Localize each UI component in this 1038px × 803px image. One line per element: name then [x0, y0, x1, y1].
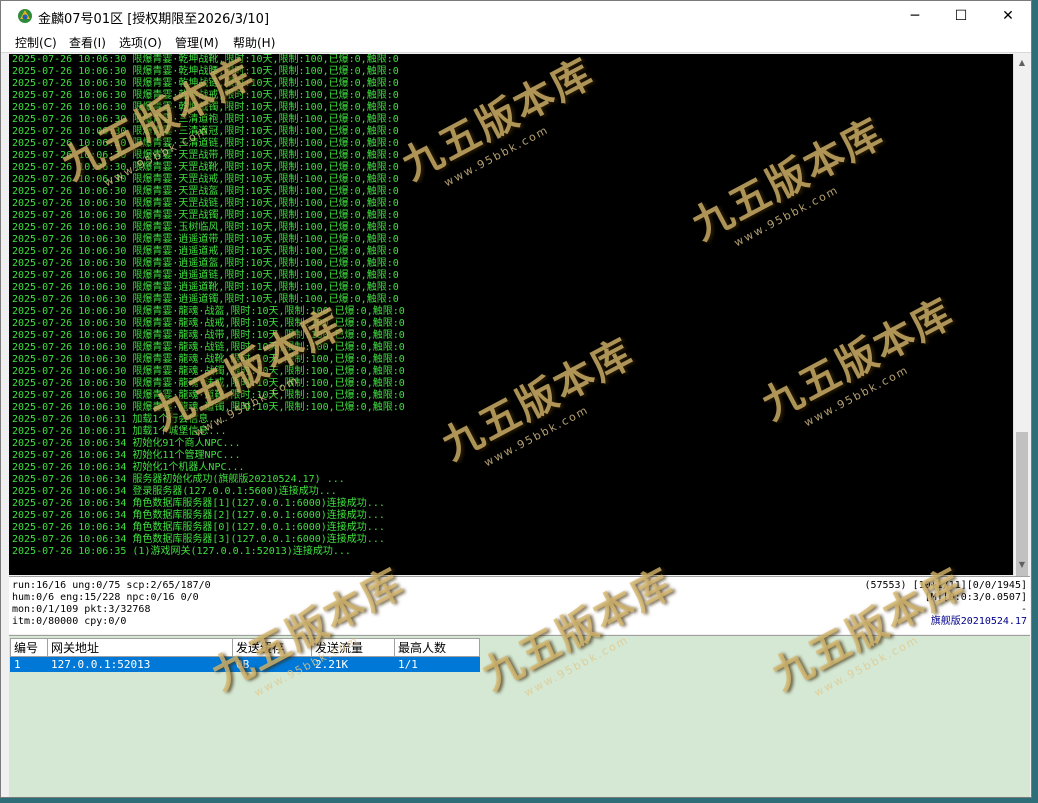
log-line: 2025-07-26 10:06:34 角色数据库服务器[0](127.0.0.… [12, 522, 385, 533]
log-line: 2025-07-26 10:06:30 限爆青霎·逍遥道戒,限时:10天,限制:… [12, 246, 399, 257]
log-line: 2025-07-26 10:06:30 限爆青霎·龍魂·道镯,限时:10天,限制… [12, 402, 405, 413]
log-line: 2025-07-26 10:06:30 限爆青霎·乾坤战链,限时:10天,限制:… [12, 78, 399, 89]
menu-control[interactable]: 控制(C) [15, 34, 57, 51]
log-line: 2025-07-26 10:06:30 限爆青霎·龍魂·战镯,限时:10天,限制… [12, 366, 405, 377]
maximize-button[interactable]: ☐ [938, 1, 984, 32]
col-send-buffer[interactable]: 发送缓存 [232, 638, 312, 657]
log-line: 2025-07-26 10:06:30 限爆青霎·天罡战链,限时:10天,限制:… [12, 198, 399, 209]
log-line: 2025-07-26 10:06:31 加载1个行会信息... [12, 414, 227, 425]
log-line: 2025-07-26 10:06:34 角色数据库服务器[2](127.0.0.… [12, 510, 385, 521]
log-line: 2025-07-26 10:06:30 限爆青霎·天罡战靴,限时:10天,限制:… [12, 162, 399, 173]
app-window: 金麟07号01区 [授权期限至2026/3/10] ─ ☐ ✕ 控制(C) 查看… [0, 0, 1032, 798]
menu-bar: 控制(C) 查看(I) 选项(O) 管理(M) 帮助(H) [1, 32, 1031, 53]
log-line: 2025-07-26 10:06:30 限爆青霎·天罡战带,限时:10天,限制:… [12, 150, 399, 161]
log-line: 2025-07-26 10:06:34 服务器初始化成功(旗舰版20210524… [12, 474, 345, 485]
log-line: 2025-07-26 10:06:30 限爆青霎·三清道袍,限时:10天,限制:… [12, 114, 399, 125]
stat-memory: [M][0:0:3/0.0507] [924, 592, 1027, 603]
table-row[interactable]: 1 127.0.0.1:52013 0B 2.21K 1/1 [10, 656, 480, 672]
minimize-button[interactable]: ─ [892, 1, 938, 32]
menu-manage[interactable]: 管理(M) [175, 34, 219, 51]
log-line: 2025-07-26 10:06:34 初始化91个商人NPC... [12, 438, 241, 449]
close-button[interactable]: ✕ [985, 1, 1031, 32]
log-line: 2025-07-26 10:06:30 限爆青霎·玉树临风,限时:10天,限制:… [12, 222, 399, 233]
log-line: 2025-07-26 10:06:34 登录服务器(127.0.0.1:5600… [12, 486, 337, 497]
log-line: 2025-07-26 10:06:30 限爆青霎·龍魂·战戒,限时:10天,限制… [12, 318, 405, 329]
log-line: 2025-07-26 10:06:30 限爆青霎·龍魂·道靴,限时:10天,限制… [12, 390, 405, 401]
stat-line-mon: mon:0/1/109 pkt:3/32768 [12, 604, 151, 615]
menu-options[interactable]: 选项(O) [119, 34, 162, 51]
menu-help[interactable]: 帮助(H) [233, 34, 275, 51]
log-line: 2025-07-26 10:06:30 限爆青霎·龍魂·战靴,限时:10天,限制… [12, 354, 405, 365]
log-line: 2025-07-26 10:06:30 限爆青霎·三清道冠,限时:10天,限制:… [12, 126, 399, 137]
log-line: 2025-07-26 10:06:30 限爆青霎·乾坤战镯,限时:10天,限制:… [12, 102, 399, 113]
col-id[interactable]: 编号 [10, 638, 48, 657]
menu-view[interactable]: 查看(I) [69, 34, 106, 51]
stat-counters: (57553) [10+1/11][0/0/1945] [864, 580, 1027, 591]
gateway-panel: 编号 网关地址 发送缓存 发送流量 最高人数 1 127.0.0.1:52013… [9, 635, 1030, 797]
log-line: 2025-07-26 10:06:30 限爆青霎·逍遥道盔,限时:10天,限制:… [12, 258, 399, 269]
gateway-table: 编号 网关地址 发送缓存 发送流量 最高人数 1 127.0.0.1:52013… [10, 638, 480, 672]
status-panel: run:16/16 ung:0/75 scp:2/65/187/0 hum:0/… [9, 576, 1030, 634]
log-line: 2025-07-26 10:06:30 限爆青霎·天罡战盔,限时:10天,限制:… [12, 186, 399, 197]
stat-dash: - [1020, 604, 1027, 615]
cell-id: 1 [10, 656, 48, 672]
col-send-traffic[interactable]: 发送流量 [311, 638, 395, 657]
log-line: 2025-07-26 10:06:30 限爆青霎·乾坤战靴,限时:10天,限制:… [12, 54, 399, 65]
log-line: 2025-07-26 10:06:30 限爆青霎·逍遥道带,限时:10天,限制:… [12, 234, 399, 245]
cell-gateway-address: 127.0.0.1:52013 [47, 656, 233, 672]
cell-send-buffer: 0B [232, 656, 312, 672]
log-line: 2025-07-26 10:06:30 限爆青霎·龍魂·战链,限时:10天,限制… [12, 342, 405, 353]
stat-line-hum: hum:0/6 eng:15/228 npc:0/16 0/0 [12, 592, 199, 603]
log-line: 2025-07-26 10:06:31 加载1个城堡信息... [12, 426, 227, 437]
log-line: 2025-07-26 10:06:34 初始化1个机器人NPC... [12, 462, 245, 473]
log-line: 2025-07-26 10:06:30 限爆青霎·龍魂·战盔,限时:10天,限制… [12, 306, 405, 317]
version-label: 旗舰版20210524.17 [930, 616, 1027, 627]
log-line: 2025-07-26 10:06:35 (1)游戏网关(127.0.0.1:52… [12, 546, 351, 557]
app-logo-icon [18, 9, 32, 23]
col-gateway-address[interactable]: 网关地址 [47, 638, 233, 657]
col-max-players[interactable]: 最高人数 [394, 638, 480, 657]
stat-line-run: run:16/16 ung:0/75 scp:2/65/187/0 [12, 580, 211, 591]
log-line: 2025-07-26 10:06:30 限爆青霎·天罡战镯,限时:10天,限制:… [12, 210, 399, 221]
server-stats: run:16/16 ung:0/75 scp:2/65/187/0 hum:0/… [12, 580, 211, 628]
log-line: 2025-07-26 10:06:30 限爆青霎·三清道链,限时:10天,限制:… [12, 138, 399, 149]
scroll-up-arrow-icon[interactable]: ▲ [1014, 55, 1030, 71]
log-line: 2025-07-26 10:06:34 角色数据库服务器[1](127.0.0.… [12, 498, 385, 509]
log-line: 2025-07-26 10:06:30 限爆青霎·龍魂·战带,限时:10天,限制… [12, 330, 405, 341]
log-line: 2025-07-26 10:06:30 限爆青霎·天罡战戒,限时:10天,限制:… [12, 174, 399, 185]
log-line: 2025-07-26 10:06:30 限爆青霎·逍遥道镯,限时:10天,限制:… [12, 294, 399, 305]
stat-line-itm: itm:0/80000 cpy:0/0 [12, 616, 127, 627]
log-line: 2025-07-26 10:06:30 限爆青霎·乾坤战戒,限时:10天,限制:… [12, 90, 399, 101]
console-scrollbar[interactable]: ▲ ▼ [1013, 54, 1030, 608]
log-line: 2025-07-26 10:06:30 限爆青霎·逍遥道靴,限时:10天,限制:… [12, 282, 399, 293]
scroll-down-arrow-icon[interactable]: ▼ [1014, 557, 1030, 573]
title-bar[interactable]: 金麟07号01区 [授权期限至2026/3/10] ─ ☐ ✕ [1, 1, 1031, 32]
log-line: 2025-07-26 10:06:30 限爆青霎·乾坤战腰,限时:10天,限制:… [12, 66, 399, 77]
cell-max-players: 1/1 [394, 656, 480, 672]
log-line: 2025-07-26 10:06:34 初始化11个管理NPC... [12, 450, 241, 461]
log-line: 2025-07-26 10:06:30 限爆青霎·龍魂·法戒,限时:10天,限制… [12, 378, 405, 389]
server-stats-right: (57553) [10+1/11][0/0/1945] [M][0:0:3/0.… [864, 580, 1027, 628]
window-title: 金麟07号01区 [授权期限至2026/3/10] [38, 12, 270, 27]
log-line: 2025-07-26 10:06:34 角色数据库服务器[3](127.0.0.… [12, 534, 385, 545]
cell-send-traffic: 2.21K [311, 656, 395, 672]
log-console[interactable]: 2025-07-26 10:06:30 限爆青霎·乾坤战靴,限时:10天,限制:… [9, 54, 1013, 575]
log-line: 2025-07-26 10:06:30 限爆青霎·逍遥道链,限时:10天,限制:… [12, 270, 399, 281]
